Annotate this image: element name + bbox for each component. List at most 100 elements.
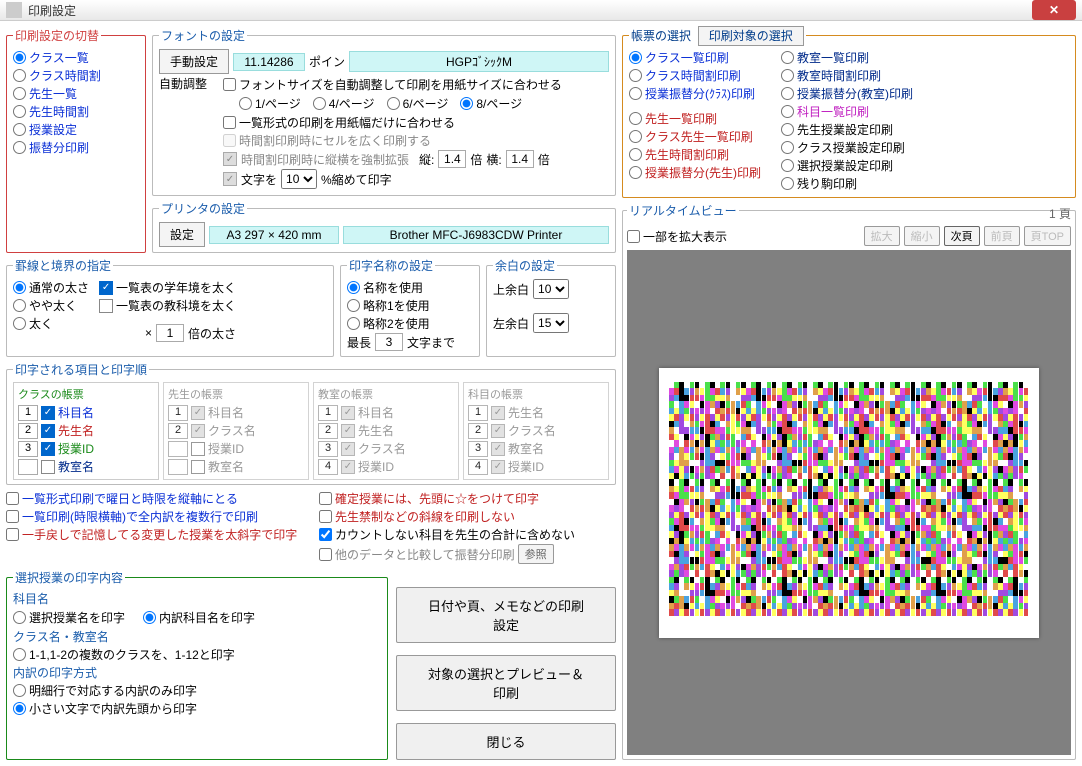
opts-left-check-2[interactable]: [6, 528, 19, 541]
font-name-value: HGPｺﾞｼｯｸM: [349, 51, 609, 72]
subject-border-check[interactable]: [99, 299, 113, 313]
switch-radio-1[interactable]: [13, 69, 26, 82]
reports-left-radio-5[interactable]: [629, 148, 642, 161]
top-margin-select[interactable]: 10: [533, 279, 569, 299]
manual-button[interactable]: 手動設定: [159, 49, 229, 74]
item-order[interactable]: [18, 459, 38, 475]
item-order: 2: [468, 423, 488, 439]
border-mult-input[interactable]: 1: [156, 324, 184, 342]
printname-radio-0[interactable]: [347, 281, 360, 294]
ref-button[interactable]: 参照: [518, 544, 554, 564]
switch-radio-2[interactable]: [13, 87, 26, 100]
reports-right-radio-7[interactable]: [781, 177, 794, 190]
reports-right-radio-2[interactable]: [781, 87, 794, 100]
opts-right-check-2[interactable]: [319, 528, 332, 541]
close-icon[interactable]: ✕: [1032, 0, 1076, 20]
preview-canvas: [627, 250, 1071, 755]
item-check: [191, 460, 205, 474]
reports-left-radio-2[interactable]: [629, 87, 642, 100]
maxlen-input[interactable]: 3: [375, 333, 403, 351]
reports-left-radio-3[interactable]: [629, 112, 642, 125]
reports-right-radio-6[interactable]: [781, 159, 794, 172]
yoko-input[interactable]: 1.4: [506, 150, 534, 168]
item-order: 3: [318, 441, 338, 457]
close-button[interactable]: 閉じる: [396, 723, 616, 760]
switch-radio-5[interactable]: [13, 141, 26, 154]
switch-legend: 印刷設定の切替: [13, 27, 101, 44]
app-icon: [6, 2, 22, 18]
zoom-check[interactable]: [627, 230, 640, 243]
item-check: ✓: [191, 406, 205, 420]
item-order[interactable]: 3: [18, 441, 38, 457]
item-check[interactable]: ✓: [41, 406, 55, 420]
rt-btn-縮小: 縮小: [904, 226, 940, 246]
autofit-check[interactable]: [223, 78, 236, 91]
scale-select[interactable]: 10: [281, 169, 317, 189]
printer-set-button[interactable]: 設定: [159, 222, 205, 247]
rt-btn-次頁[interactable]: 次頁: [944, 226, 980, 246]
item-order: 2: [168, 423, 188, 439]
reports-left-radio-0[interactable]: [629, 51, 642, 64]
line-radio-0[interactable]: [13, 281, 26, 294]
grade-border-check[interactable]: ✓: [99, 281, 113, 295]
printname-radio-2[interactable]: [347, 317, 360, 330]
page-label: 1 頁: [1049, 205, 1071, 222]
item-check: ✓: [491, 406, 505, 420]
opts-left-check-1[interactable]: [6, 510, 19, 523]
report-target-button[interactable]: 印刷対象の選択: [698, 26, 804, 46]
scale-check: ✓: [223, 172, 237, 186]
item-order[interactable]: 2: [18, 423, 38, 439]
date-memo-button[interactable]: 日付や頁、メモなどの印刷設定: [396, 587, 616, 643]
tate-input[interactable]: 1.4: [438, 150, 466, 168]
printname-radio-1[interactable]: [347, 299, 360, 312]
printer-legend: プリンタの設定: [159, 200, 247, 217]
listfit-check[interactable]: [223, 116, 236, 129]
perpage-radio-2[interactable]: [387, 97, 400, 110]
titlebar: 印刷設定 ✕: [0, 0, 1082, 21]
item-order: 4: [468, 459, 488, 475]
preview-button[interactable]: 対象の選択とプレビュー＆印刷: [396, 655, 616, 711]
reports-right-radio-5[interactable]: [781, 141, 794, 154]
sel-r2-radio-0[interactable]: [13, 648, 26, 661]
reports-right-radio-1[interactable]: [781, 69, 794, 82]
reports-right-radio-4[interactable]: [781, 123, 794, 136]
window-title: 印刷設定: [28, 2, 1032, 19]
opts-left-check-0[interactable]: [6, 492, 19, 505]
items-group: 印字される項目と印字順 クラスの帳票1✓科目名2✓先生名3✓授業ID教室名先生の…: [6, 361, 616, 485]
perpage-radio-3[interactable]: [460, 97, 473, 110]
printer-name-value: Brother MFC-J6983CDW Printer: [343, 226, 609, 244]
line-radio-1[interactable]: [13, 299, 26, 312]
font-legend: フォントの設定: [159, 27, 247, 44]
switch-radio-4[interactable]: [13, 123, 26, 136]
sel-r1-radio-0[interactable]: [13, 611, 26, 624]
rt-btn-拡大: 拡大: [864, 226, 900, 246]
line-radio-2[interactable]: [13, 317, 26, 330]
item-check: ✓: [341, 442, 355, 456]
sel-r3-radio-0[interactable]: [13, 684, 26, 697]
item-order: 1: [468, 405, 488, 421]
perpage-radio-1[interactable]: [313, 97, 326, 110]
item-check[interactable]: ✓: [41, 424, 55, 438]
left-margin-select[interactable]: 15: [533, 313, 569, 333]
item-check[interactable]: ✓: [41, 442, 55, 456]
sel-r1-radio-1[interactable]: [143, 611, 156, 624]
sel-r3-radio-1[interactable]: [13, 702, 26, 715]
reports-left-radio-4[interactable]: [629, 130, 642, 143]
item-order: 3: [468, 441, 488, 457]
printer-group: プリンタの設定 設定 A3 297 × 420 mm Brother MFC-J…: [152, 200, 616, 253]
switch-radio-0[interactable]: [13, 51, 26, 64]
reports-right-radio-3[interactable]: [781, 105, 794, 118]
item-check[interactable]: [41, 460, 55, 474]
reports-left-radio-6[interactable]: [629, 166, 642, 179]
reports-left-radio-1[interactable]: [629, 69, 642, 82]
preview-paper: [659, 368, 1039, 638]
opts-right-check-0[interactable]: [319, 492, 332, 505]
perpage-radio-0[interactable]: [239, 97, 252, 110]
reports-right-radio-0[interactable]: [781, 51, 794, 64]
widecell-check: [223, 134, 236, 147]
opts-right-check-1[interactable]: [319, 510, 332, 523]
switch-group: 印刷設定の切替 クラス一覧クラス時間割先生一覧先生時間割授業設定振替分印刷: [6, 27, 146, 253]
opts-right-check-3[interactable]: [319, 548, 332, 561]
item-order[interactable]: 1: [18, 405, 38, 421]
switch-radio-3[interactable]: [13, 105, 26, 118]
